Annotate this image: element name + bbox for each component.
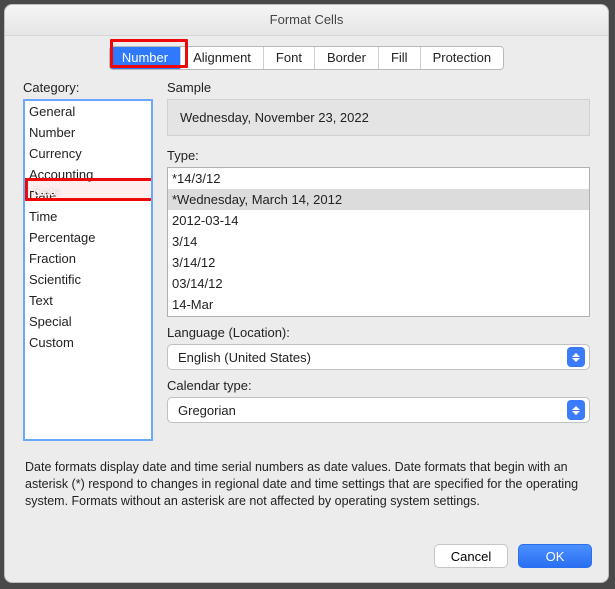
sample-value: Wednesday, November 23, 2022 — [167, 99, 590, 136]
language-select[interactable]: English (United States) — [167, 344, 590, 370]
language-value: English (United States) — [178, 350, 311, 365]
type-item[interactable]: 2012-03-14 — [168, 210, 589, 231]
stepper-icon — [567, 347, 585, 367]
category-item-custom[interactable]: Custom — [25, 332, 151, 353]
calendar-label: Calendar type: — [167, 378, 590, 393]
calendar-value: Gregorian — [178, 403, 236, 418]
category-label: Category: — [23, 80, 153, 95]
dialog-footer: Cancel OK — [5, 534, 608, 582]
category-item-number[interactable]: Number — [25, 122, 151, 143]
category-item-currency[interactable]: Currency — [25, 143, 151, 164]
format-cells-dialog: Format Cells Number Alignment Font Borde… — [4, 4, 609, 583]
tab-segment: Number Alignment Font Border Fill Protec… — [109, 46, 504, 70]
category-item-special[interactable]: Special — [25, 311, 151, 332]
tab-bar: Number Alignment Font Border Fill Protec… — [5, 36, 608, 76]
tab-font[interactable]: Font — [264, 47, 315, 69]
category-item-percentage[interactable]: Percentage — [25, 227, 151, 248]
category-item-fraction[interactable]: Fraction — [25, 248, 151, 269]
type-item[interactable]: 14-Mar — [168, 294, 589, 315]
category-item-text[interactable]: Text — [25, 290, 151, 311]
category-item-general[interactable]: General — [25, 101, 151, 122]
content-area: Category: General Number Currency Accoun… — [5, 76, 608, 534]
category-item-scientific[interactable]: Scientific — [25, 269, 151, 290]
type-item[interactable]: 14-Mar-12 — [168, 315, 589, 317]
category-item-time[interactable]: Time — [25, 206, 151, 227]
type-item[interactable]: 3/14/12 — [168, 252, 589, 273]
type-item[interactable]: *14/3/12 — [168, 168, 589, 189]
calendar-select[interactable]: Gregorian — [167, 397, 590, 423]
tab-border[interactable]: Border — [315, 47, 379, 69]
stepper-icon — [567, 400, 585, 420]
type-label: Type: — [167, 148, 590, 163]
category-item-date[interactable]: Date — [25, 185, 151, 206]
type-list[interactable]: *14/3/12 *Wednesday, March 14, 2012 2012… — [167, 167, 590, 317]
tab-alignment[interactable]: Alignment — [181, 47, 264, 69]
type-item[interactable]: *Wednesday, March 14, 2012 — [168, 189, 589, 210]
language-label: Language (Location): — [167, 325, 590, 340]
help-text: Date formats display date and time seria… — [25, 459, 588, 510]
window-title: Format Cells — [5, 5, 608, 36]
ok-button[interactable]: OK — [518, 544, 592, 568]
tab-number[interactable]: Number — [110, 47, 181, 69]
sample-label: Sample — [167, 80, 590, 95]
type-item[interactable]: 03/14/12 — [168, 273, 589, 294]
tab-fill[interactable]: Fill — [379, 47, 421, 69]
type-item[interactable]: 3/14 — [168, 231, 589, 252]
category-list[interactable]: General Number Currency Accounting Date … — [23, 99, 153, 441]
tab-protection[interactable]: Protection — [421, 47, 504, 69]
cancel-button[interactable]: Cancel — [434, 544, 508, 568]
category-item-accounting[interactable]: Accounting — [25, 164, 151, 185]
